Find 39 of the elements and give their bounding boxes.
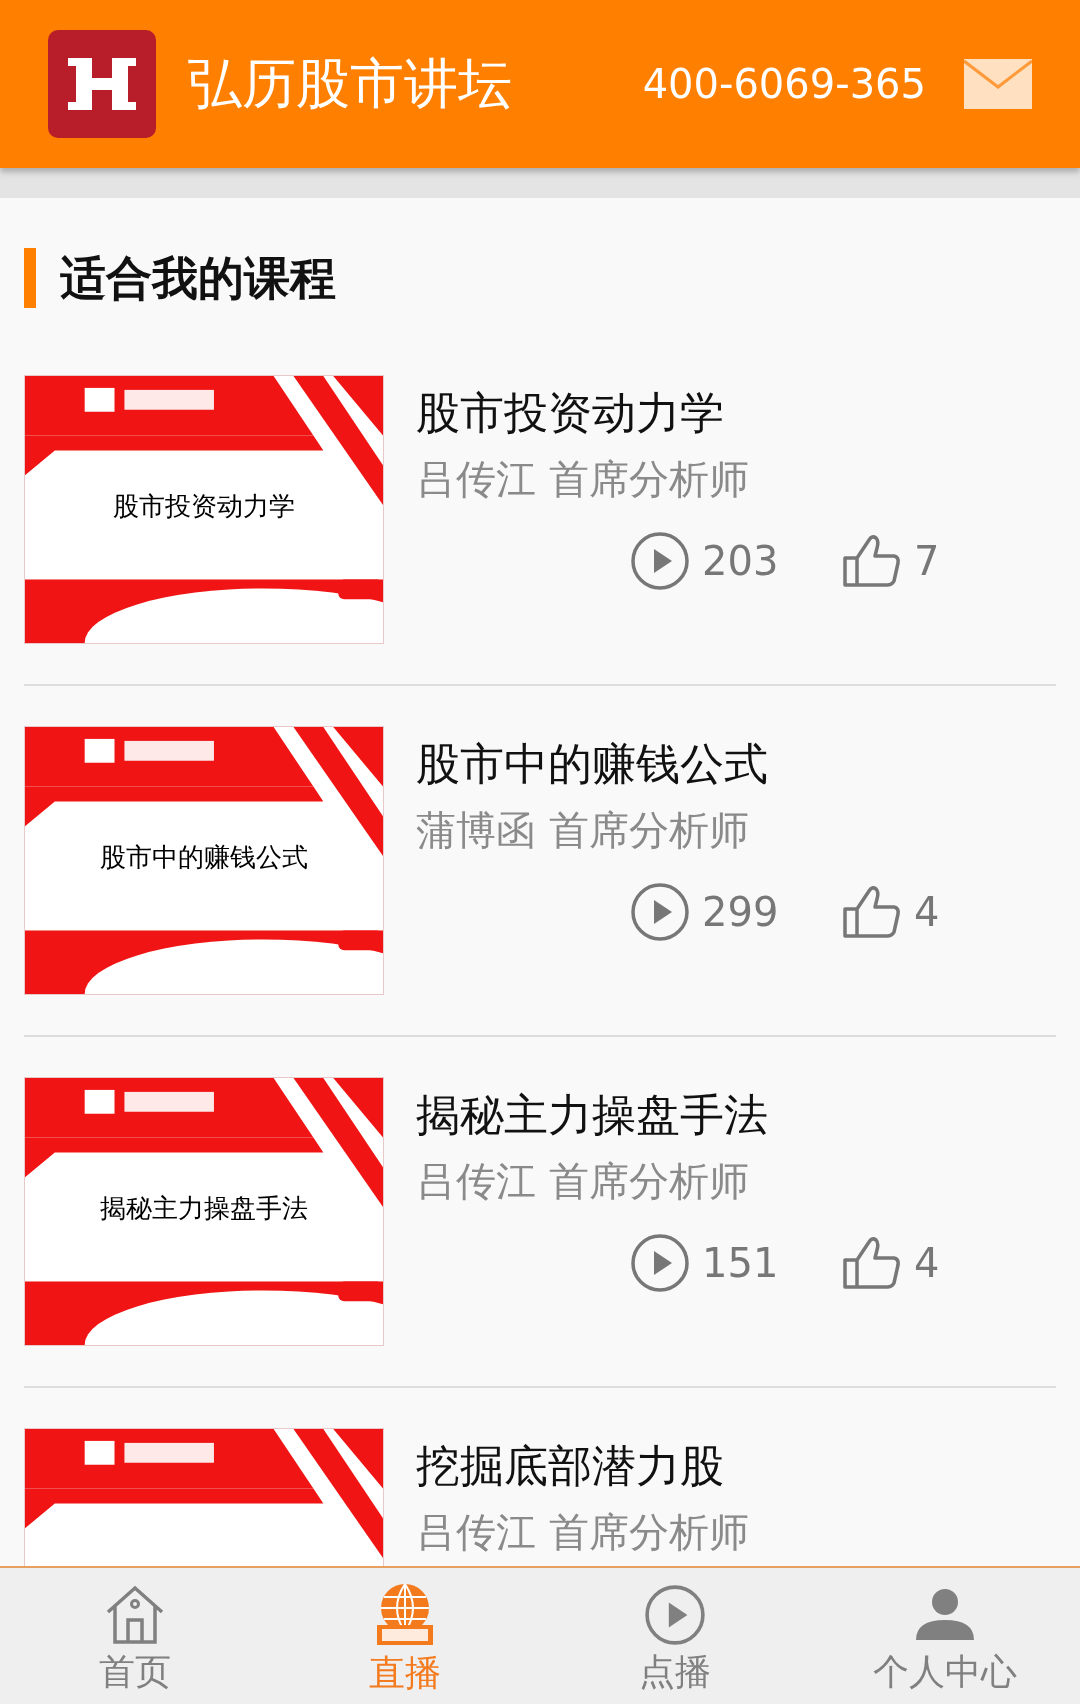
course-title: 股市投资动力学 (416, 386, 725, 440)
app-title: 弘历股市讲坛 (188, 57, 512, 111)
play-count: 151 (702, 1239, 780, 1288)
thumbnail-caption: 揭秘主力操盘手法 (99, 1192, 309, 1225)
app-logo-icon (48, 30, 156, 138)
play-count: 299 (702, 888, 780, 937)
thumbnail-caption: 股市投资动力学 (112, 490, 296, 523)
like-count: 4 (914, 888, 940, 937)
teacher-name: 吕传江 首席分析师 (416, 1508, 749, 1557)
nav-tab[interactable]: 直播 (270, 1568, 540, 1704)
course-item[interactable]: 股市投资动力学 股市投资动力学 吕传江 首席分析师 203 7 (24, 335, 1056, 686)
nav-tab[interactable]: 首页 (0, 1568, 270, 1704)
phone-number[interactable]: 400-6069-365 (642, 54, 926, 114)
section-title: 适合我的课程 (60, 250, 336, 307)
nav-tab[interactable]: 个人中心 (810, 1568, 1080, 1704)
play-icon (630, 1233, 690, 1293)
play-icon (644, 1584, 706, 1646)
play-icon (630, 882, 690, 942)
course-item[interactable]: 股市中的赚钱公式 股市中的赚钱公式 蒲博函 首席分析师 299 4 (24, 686, 1056, 1037)
nav-tab[interactable]: 点播 (540, 1568, 810, 1704)
course-title: 挖掘底部潜力股 (416, 1439, 725, 1493)
thumbnail-caption: 股市中的赚钱公式 (99, 841, 309, 874)
course-item[interactable]: 揭秘主力操盘手法 揭秘主力操盘手法 吕传江 首席分析师 151 4 (24, 1037, 1056, 1388)
live-globe-icon (374, 1583, 436, 1647)
thumbs-up-icon (842, 885, 902, 939)
thumbs-up-icon (842, 1236, 902, 1290)
teacher-name: 吕传江 首席分析师 (416, 1157, 750, 1206)
thumbs-up-icon (842, 534, 902, 588)
teacher-name: 吕传江 首席分析师 (416, 455, 750, 504)
like-count: 7 (914, 537, 940, 586)
mail-icon[interactable] (964, 59, 1032, 109)
course-title: 揭秘主力操盘手法 (416, 1088, 769, 1142)
house-icon (104, 1584, 166, 1646)
play-icon (630, 531, 690, 591)
like-count: 4 (914, 1239, 940, 1288)
play-count: 203 (702, 537, 780, 586)
course-title: 股市中的赚钱公式 (416, 737, 769, 791)
section-accent-bar (24, 248, 36, 308)
teacher-name: 蒲博函 首席分析师 (416, 806, 750, 855)
